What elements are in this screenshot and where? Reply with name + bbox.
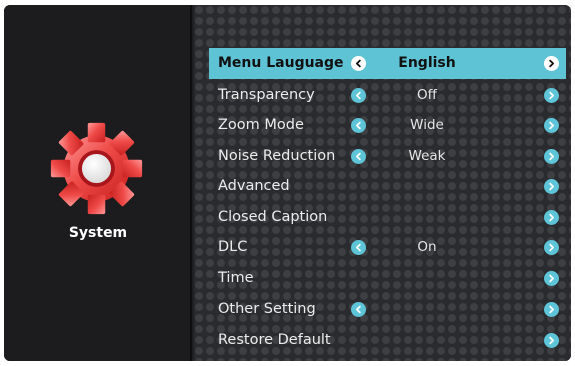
menu-item[interactable]: Menu Lauguage English [209, 48, 566, 79]
chevron-right-icon[interactable] [544, 149, 559, 164]
chevron-right-icon[interactable] [544, 210, 559, 225]
menu-item[interactable]: Advanced [209, 171, 566, 201]
chevron-right-icon[interactable] [544, 240, 559, 255]
menu-item[interactable]: DLC On [209, 232, 566, 262]
chevron-left-icon[interactable] [351, 118, 366, 133]
menu-item-label: Advanced [218, 178, 290, 194]
chevron-right-icon[interactable] [544, 333, 559, 348]
menu-item-label: Closed Caption [218, 209, 328, 225]
chevron-right-icon[interactable] [544, 118, 559, 133]
menu-item[interactable]: Transparency Off [209, 80, 566, 110]
menu-item[interactable]: Zoom Mode Wide [209, 110, 566, 140]
menu-item[interactable]: Restore Default [209, 325, 566, 355]
menu-item-label: Menu Lauguage [218, 55, 344, 71]
menu-item[interactable]: Noise Reduction Weak [209, 141, 566, 171]
chevron-left-icon[interactable] [351, 56, 366, 71]
menu-item[interactable]: Other Setting [209, 294, 566, 324]
sidebar: System [4, 5, 192, 361]
chevron-right-icon[interactable] [544, 302, 559, 317]
chevron-right-icon[interactable] [544, 271, 559, 286]
chevron-right-icon[interactable] [544, 56, 559, 71]
menu-item-value-text: Weak [408, 148, 446, 164]
chevron-right-icon[interactable] [544, 179, 559, 194]
chevron-left-icon[interactable] [351, 88, 366, 103]
menu-item-value-text: English [398, 55, 456, 71]
chevron-left-icon[interactable] [351, 240, 366, 255]
menu-item-label: Other Setting [218, 301, 316, 317]
menu-item-label: Time [218, 270, 254, 286]
chevron-left-icon[interactable] [351, 149, 366, 164]
menu-item-value-text: Off [417, 87, 437, 103]
menu-item-label: Transparency [218, 87, 315, 103]
menu-item-label: DLC [218, 239, 248, 255]
menu-item[interactable]: Closed Caption [209, 202, 566, 232]
chevron-right-icon[interactable] [544, 88, 559, 103]
menu-item-value-text: Wide [410, 117, 444, 133]
menu-item-label: Zoom Mode [218, 117, 304, 133]
menu-item[interactable]: Time [209, 263, 566, 293]
gear-icon [50, 122, 143, 215]
menu-item-value-text: On [417, 239, 437, 255]
menu-item-label: Restore Default [218, 332, 331, 348]
menu-item-label: Noise Reduction [218, 148, 336, 164]
chevron-left-icon[interactable] [351, 302, 366, 317]
sidebar-label: System [68, 225, 128, 241]
